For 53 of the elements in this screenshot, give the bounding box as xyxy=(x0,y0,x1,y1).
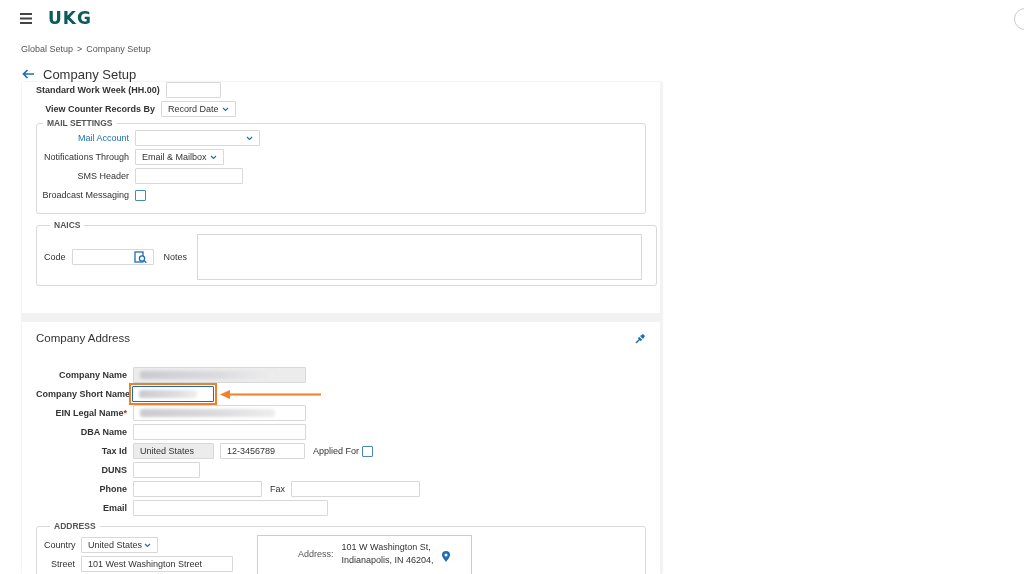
input-field[interactable]: 12-3456789 xyxy=(220,443,305,459)
caret-icon xyxy=(246,135,253,141)
field-label: View Counter Records By xyxy=(44,103,155,115)
address-line: Indianapolis, IN 46204, xyxy=(341,554,434,567)
field-label: Fax xyxy=(270,484,285,494)
field-label: Address: xyxy=(298,548,334,561)
readonly-field[interactable]: United States xyxy=(133,443,214,459)
notes-field[interactable] xyxy=(197,234,643,280)
section-title: Company Address xyxy=(36,332,130,344)
logo[interactable]: UKG xyxy=(48,8,92,28)
field-label: Notifications Through xyxy=(43,152,129,162)
field-label: Country xyxy=(44,540,75,550)
breadcrumb-link[interactable]: Global Setup xyxy=(21,44,74,54)
back-arrow-icon[interactable] xyxy=(22,69,34,79)
field-label: EIN Legal Name* xyxy=(54,408,127,418)
breadcrumb-separator: > xyxy=(77,44,83,54)
field-label: DUNS xyxy=(100,465,127,475)
field-label: Applied For xyxy=(313,446,360,456)
breadcrumb-item: Company Setup xyxy=(86,44,151,54)
field-label: Street xyxy=(50,559,75,569)
field-label: Email xyxy=(102,503,127,513)
readonly-field[interactable] xyxy=(133,367,306,383)
menu-icon[interactable] xyxy=(20,12,32,24)
field-label: Notes xyxy=(163,252,188,262)
caret-icon xyxy=(144,542,151,548)
field-label: Standard Work Week (HH.00) xyxy=(36,84,160,96)
pin-icon[interactable] xyxy=(635,332,646,344)
section-legend: NAICS xyxy=(50,220,85,230)
checkbox[interactable] xyxy=(362,445,374,457)
page-title: Company Setup xyxy=(43,66,137,82)
search-icon[interactable] xyxy=(133,251,147,263)
dropdown[interactable]: Email & Mailbox xyxy=(135,149,224,165)
caret-icon xyxy=(210,154,217,160)
address-line: 101 W Washington St, xyxy=(341,541,432,554)
field-link[interactable]: Mail Account xyxy=(37,133,129,143)
dropdown[interactable]: Record Date xyxy=(161,101,236,117)
field-label: DBA Name xyxy=(79,427,127,437)
caret-icon xyxy=(222,106,229,112)
dropdown[interactable]: United States xyxy=(81,537,158,553)
map-pin-icon[interactable] xyxy=(441,551,450,562)
input-field[interactable]: 101 West Washington Street xyxy=(81,556,233,572)
field-label: Code xyxy=(44,252,66,262)
field-label: Phone xyxy=(98,484,127,494)
dropdown[interactable] xyxy=(135,130,260,146)
section-legend: MAIL SETTINGS xyxy=(43,118,117,128)
field-label: SMS Header xyxy=(76,171,129,181)
field-label: Tax Id xyxy=(100,446,127,456)
field-label: Broadcast Messaging xyxy=(41,190,129,200)
field-label: Company Name xyxy=(57,370,127,380)
field-label: Company Short Name xyxy=(36,389,127,399)
checkbox[interactable] xyxy=(135,189,146,201)
lookup-field[interactable] xyxy=(71,249,154,265)
section-legend: ADDRESS xyxy=(50,521,100,531)
